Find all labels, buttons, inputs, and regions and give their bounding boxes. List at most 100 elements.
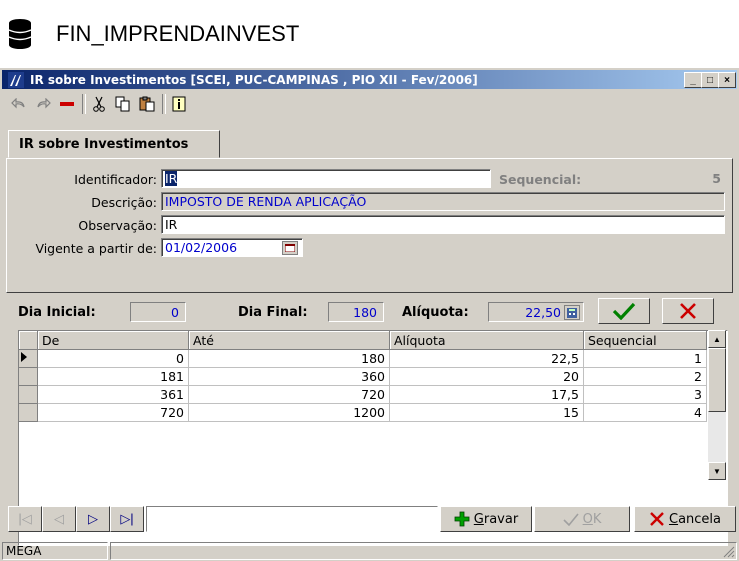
next-record-icon: ▷ bbox=[88, 511, 98, 526]
cell-sequencial[interactable]: 4 bbox=[583, 403, 707, 422]
scroll-up-button[interactable]: ▲ bbox=[708, 330, 726, 348]
prev-record-button[interactable]: ◁ bbox=[42, 506, 76, 532]
maximize-button[interactable]: □ bbox=[701, 72, 719, 88]
row-indicator bbox=[19, 367, 38, 386]
title-bar[interactable]: IR sobre Investimentos [SCEI, PUC-CAMPIN… bbox=[2, 70, 737, 89]
cell-aliquota[interactable]: 17,5 bbox=[389, 385, 584, 404]
gravar-button[interactable]: Gravar bbox=[440, 506, 532, 532]
toolbar-separator bbox=[162, 94, 166, 114]
column-header-aliquota[interactable]: Alíquota bbox=[389, 331, 584, 350]
vigente-date-field[interactable]: 01/02/2006 bbox=[161, 238, 303, 257]
column-header-de[interactable]: De bbox=[37, 331, 189, 350]
dia-final-field[interactable]: 180 bbox=[328, 302, 384, 322]
next-record-button[interactable]: ▷ bbox=[76, 506, 110, 532]
status-panel-main bbox=[110, 542, 737, 560]
row-indicator bbox=[19, 403, 38, 422]
dia-inicial-field[interactable]: 0 bbox=[130, 302, 186, 322]
table-row[interactable]: 720 1200 15 4 bbox=[19, 403, 707, 422]
cell-sequencial[interactable]: 2 bbox=[583, 367, 707, 386]
cell-ate[interactable]: 360 bbox=[188, 367, 390, 386]
dia-inicial-label: Dia Inicial: bbox=[18, 305, 96, 320]
table-row[interactable]: 361 720 17,5 3 bbox=[19, 385, 707, 404]
resize-grip-icon bbox=[723, 546, 735, 558]
undo-button[interactable] bbox=[8, 94, 30, 114]
cell-de[interactable]: 181 bbox=[37, 367, 189, 386]
copy-button[interactable] bbox=[112, 94, 134, 114]
maximize-icon: □ bbox=[706, 74, 714, 86]
paste-icon bbox=[139, 96, 155, 112]
document-heading: FIN_IMPRENDAINVEST bbox=[8, 14, 299, 54]
bottom-toolbar: |◁ ◁ ▷ ▷| Gravar OK Cancela bbox=[4, 502, 737, 536]
delete-icon bbox=[60, 102, 74, 106]
paste-button[interactable] bbox=[136, 94, 158, 114]
cell-aliquota[interactable]: 22,5 bbox=[389, 349, 584, 368]
row-indicator bbox=[19, 385, 38, 404]
grid-vertical-scrollbar[interactable]: ▲ ▼ bbox=[708, 330, 726, 480]
cell-sequencial[interactable]: 1 bbox=[583, 349, 707, 368]
document-title: FIN_IMPRENDAINVEST bbox=[56, 21, 300, 46]
copy-icon bbox=[115, 96, 130, 112]
aliquota-label: Alíquota: bbox=[402, 305, 469, 320]
x-icon bbox=[650, 512, 664, 526]
undo-icon bbox=[11, 98, 25, 109]
scroll-down-button[interactable]: ▼ bbox=[708, 462, 726, 480]
calculator-button[interactable] bbox=[564, 305, 580, 320]
current-row-arrow-icon bbox=[21, 352, 27, 362]
toolbar-separator bbox=[82, 94, 86, 114]
cancela-button[interactable]: Cancela bbox=[634, 506, 736, 532]
redo-button[interactable] bbox=[32, 94, 54, 114]
aliquota-field[interactable]: 22,50 bbox=[488, 302, 584, 322]
check-icon bbox=[563, 513, 579, 526]
identificador-label: Identificador: bbox=[74, 172, 157, 187]
info-button[interactable] bbox=[168, 94, 190, 114]
cell-ate[interactable]: 1200 bbox=[188, 403, 390, 422]
form-panel: Identificador: IR Sequencial: 5 Descriçã… bbox=[6, 158, 733, 293]
observacao-label: Observação: bbox=[78, 218, 157, 233]
column-header-ate[interactable]: Até bbox=[188, 331, 390, 350]
last-record-button[interactable]: ▷| bbox=[110, 506, 144, 532]
descricao-label: Descrição: bbox=[91, 195, 157, 210]
confirm-rate-button[interactable] bbox=[598, 298, 650, 324]
cut-button[interactable] bbox=[88, 94, 110, 114]
cell-ate[interactable]: 180 bbox=[188, 349, 390, 368]
status-panel-left: MEGA bbox=[2, 542, 108, 560]
first-record-icon: |◁ bbox=[18, 511, 32, 526]
table-row[interactable]: 181 360 20 2 bbox=[19, 367, 707, 386]
identificador-value: IR bbox=[165, 171, 178, 186]
x-icon bbox=[680, 303, 696, 319]
cell-aliquota[interactable]: 15 bbox=[389, 403, 584, 422]
tab-ir-sobre-investimentos[interactable]: IR sobre Investimentos bbox=[8, 130, 220, 158]
identificador-field[interactable]: IR bbox=[161, 169, 491, 188]
delete-button[interactable] bbox=[56, 94, 78, 114]
dia-inicial-value: 0 bbox=[171, 304, 179, 320]
cell-aliquota[interactable]: 20 bbox=[389, 367, 584, 386]
database-icon bbox=[8, 19, 32, 49]
scroll-thumb[interactable] bbox=[708, 348, 726, 412]
calendar-button[interactable] bbox=[282, 241, 298, 255]
close-button[interactable]: × bbox=[718, 72, 736, 88]
ok-button[interactable]: OK bbox=[534, 506, 630, 532]
cancel-rate-button[interactable] bbox=[662, 298, 714, 324]
cell-de[interactable]: 720 bbox=[37, 403, 189, 422]
app-logo-icon bbox=[8, 71, 24, 88]
checkmark-icon bbox=[612, 302, 636, 320]
cell-de[interactable]: 361 bbox=[37, 385, 189, 404]
ok-label: K bbox=[592, 511, 602, 527]
dia-final-value: 180 bbox=[353, 304, 377, 320]
dia-final-label: Dia Final: bbox=[238, 305, 308, 320]
minimize-button[interactable]: _ bbox=[684, 72, 702, 88]
descricao-field[interactable]: IMPOSTO DE RENDA APLICAÇÃO bbox=[161, 192, 725, 211]
first-record-button[interactable]: |◁ bbox=[8, 506, 42, 532]
cell-ate[interactable]: 720 bbox=[188, 385, 390, 404]
last-record-icon: ▷| bbox=[120, 511, 134, 526]
cell-sequencial[interactable]: 3 bbox=[583, 385, 707, 404]
status-text: MEGA bbox=[6, 544, 42, 558]
cell-de[interactable]: 0 bbox=[37, 349, 189, 368]
info-icon bbox=[172, 96, 186, 112]
prev-record-icon: ◁ bbox=[54, 511, 64, 526]
column-header-sequencial[interactable]: Sequencial bbox=[583, 331, 707, 350]
table-row[interactable]: 0 180 22,5 1 bbox=[19, 349, 707, 368]
sequencial-field: 5 bbox=[495, 169, 725, 188]
scroll-down-icon: ▼ bbox=[713, 466, 721, 476]
observacao-field[interactable]: IR bbox=[161, 215, 725, 234]
